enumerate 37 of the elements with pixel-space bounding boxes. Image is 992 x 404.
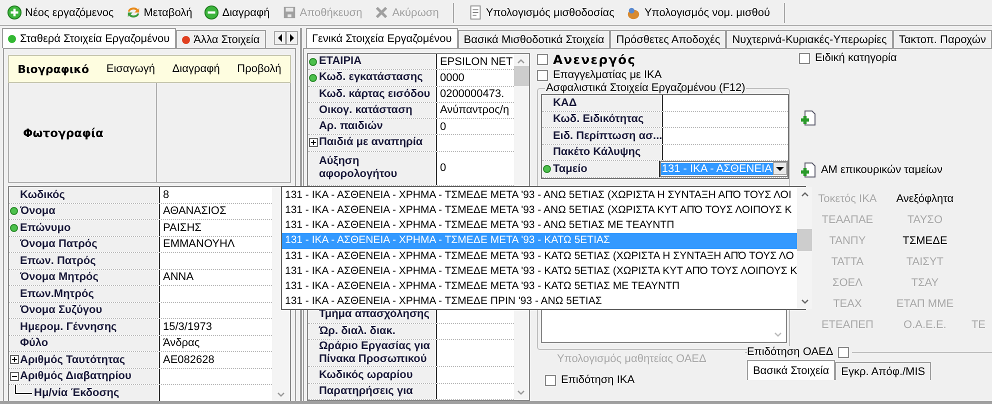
field-label: Παιδιά με αναπηρία [318,136,423,150]
field-label: Ειδ. Περίπτωση ασ... [552,130,662,142]
photo-label: Φωτογραφία [23,126,104,140]
field-label: Κωδ. Ειδικότητας [552,113,644,126]
field-label: Κωδ. εγκατάστασης [318,71,423,84]
field-label: Επων. Πατρός [20,254,96,267]
field-label: Όνομα Συζύγου [20,304,102,316]
checkbox-label: Επιδότηση ΟΑΕΔ [746,346,834,358]
group-title: Ασφαλιστικά Στοιχεία Εργαζομένου (F12) [544,82,746,94]
field-label: Ωράριο Εργασίας για Πίνακα Προσωπικού [318,340,432,366]
field-label: Ώρ. διαλ. διακ. [318,324,396,338]
checkbox-label: Επαγγελματίας με ΙΚΑ [552,69,662,81]
checkbox-label: Επιδότηση ΙΚΑ [560,374,635,386]
field-label: Παρατηρήσεις για [318,384,413,398]
field-label: Κωδικός ωραρίου [318,368,413,382]
field-label: Επων.Μητρός [20,288,94,300]
field-label: Αρ. παιδιών [318,120,383,134]
field-label: Όνομα Μητρός [20,271,98,284]
checkbox-label: Ειδική κατηγορία [814,52,897,64]
field-label: Ταμείο [552,162,588,175]
field-label: Ημερομ. Γέννησης [20,320,117,333]
field-label: Κωδ. κάρτας εισόδου [318,88,430,101]
field-label: Ημ/νία Έκδοσης [34,386,120,399]
field-label: Επώνυμο [20,222,71,234]
field-label: Αύξηση αφορολογήτου [318,155,398,182]
field-label: Φύλο [20,337,48,350]
field-label: ΚΑΔ [552,96,577,109]
field-label: Αριθμός Διαβατηρίου [20,370,132,382]
field-label: Αριθμός Ταυτότητας [20,354,126,366]
field-label: Όνομα [20,205,56,218]
checkbox-label: Ανενεργός [552,52,636,67]
field-label: Πακέτο Κάλυψης [552,146,641,158]
field-label: Κωδικός [20,188,65,201]
field-label: Οικογ. κατάσταση [318,104,412,117]
field-label: Τμήμα απασχόλησης [318,308,430,322]
field-label: ΕΤΑΙΡΙΑ [318,55,362,68]
field-label: Όνομα Πατρός [20,238,98,250]
